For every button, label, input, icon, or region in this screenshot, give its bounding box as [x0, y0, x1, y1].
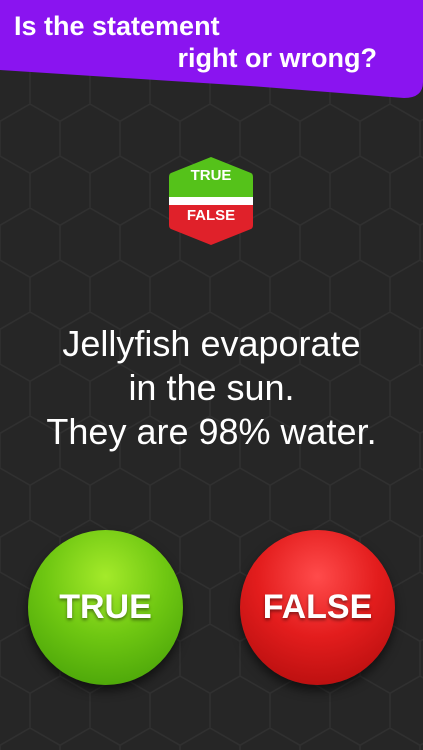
true-answer-button[interactable]: TRUE: [28, 530, 183, 685]
statement-line-3: They are 98% water.: [46, 411, 377, 452]
statement-line-2: in the sun.: [128, 367, 295, 408]
question-statement: Jellyfish evaporate in the sun. They are…: [0, 322, 423, 454]
false-button-label: FALSE: [262, 588, 373, 626]
logo-false-label: FALSE: [186, 207, 236, 224]
logo-true-label: TRUE: [190, 167, 232, 184]
statement-line-1: Jellyfish evaporate: [62, 323, 361, 364]
true-button-label: TRUE: [59, 588, 152, 626]
false-answer-button[interactable]: FALSE: [240, 530, 395, 685]
header-line-1: Is the statement: [14, 11, 220, 41]
header-line-2: right or wrong?: [177, 43, 377, 73]
